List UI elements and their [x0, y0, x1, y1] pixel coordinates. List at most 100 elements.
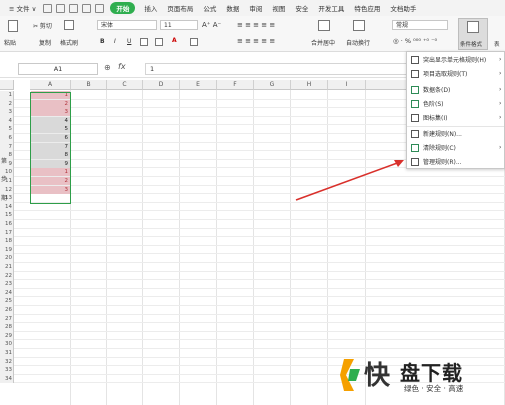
- row-header[interactable]: 30: [0, 340, 14, 349]
- tab-developer[interactable]: 开发工具: [313, 3, 349, 13]
- wrap-text-icon[interactable]: [353, 20, 365, 31]
- row-header[interactable]: 24: [0, 288, 14, 298]
- redo-icon[interactable]: [95, 3, 105, 13]
- tab-review[interactable]: 审阅: [244, 3, 267, 13]
- column-header[interactable]: C: [107, 80, 143, 90]
- logo-slogan: 绿色 · 安全 · 高速: [404, 384, 464, 393]
- row-header[interactable]: 16: [0, 220, 14, 229]
- row-header[interactable]: 6: [0, 134, 14, 143]
- row-header[interactable]: 21: [0, 263, 14, 272]
- row-header[interactable]: 27: [0, 314, 14, 324]
- tab-insert[interactable]: 插入: [139, 3, 162, 13]
- preview-icon[interactable]: [82, 3, 92, 13]
- underline-button[interactable]: U: [127, 38, 131, 45]
- row-header[interactable]: 23: [0, 280, 14, 289]
- row-header[interactable]: 28: [0, 323, 14, 332]
- merge-center-icon[interactable]: [318, 20, 330, 31]
- row-header[interactable]: 31: [0, 349, 14, 358]
- tab-doc-assistant[interactable]: 文档助手: [385, 3, 421, 13]
- format-painter-icon[interactable]: [64, 20, 74, 30]
- row-header[interactable]: 25: [0, 297, 14, 306]
- italic-button[interactable]: I: [114, 38, 116, 45]
- row-header[interactable]: 4: [0, 116, 14, 126]
- row-header[interactable]: 33: [0, 366, 14, 375]
- row-header[interactable]: 20: [0, 254, 14, 263]
- row-header[interactable]: 3: [0, 108, 14, 117]
- row-header[interactable]: 29: [0, 331, 14, 341]
- font-name-select[interactable]: 宋体: [97, 20, 157, 30]
- tab-formulas[interactable]: 公式: [198, 3, 221, 13]
- menu-item-highlight-rules[interactable]: 突出显示单元格规则(H) ›: [411, 54, 501, 65]
- side-label: 期: [1, 195, 8, 202]
- formula-input[interactable]: 1: [145, 63, 415, 75]
- column-header[interactable]: F: [217, 80, 254, 90]
- row-header[interactable]: 5: [0, 125, 14, 134]
- tab-start[interactable]: 开始: [110, 2, 136, 14]
- number-format-select[interactable]: 常规: [392, 20, 448, 30]
- print-icon[interactable]: [69, 3, 79, 13]
- new-rule-icon: [411, 129, 419, 138]
- menu-item-new-rule[interactable]: 新建规则(N)...: [411, 128, 462, 139]
- row-header[interactable]: 34: [0, 374, 14, 384]
- row-header[interactable]: 19: [0, 245, 14, 255]
- conditional-format-icon[interactable]: [467, 21, 479, 33]
- conditional-format-button[interactable]: 条件格式: [460, 40, 482, 48]
- row-header[interactable]: 7: [0, 142, 14, 152]
- menu-item-data-bars[interactable]: 数据条(D) ›: [411, 84, 501, 95]
- tab-view[interactable]: 视图: [267, 3, 290, 13]
- fill-color-icon[interactable]: [155, 38, 163, 46]
- column-header[interactable]: I: [328, 80, 366, 90]
- table-style-button[interactable]: 表: [494, 40, 500, 48]
- select-all-corner[interactable]: [0, 80, 14, 90]
- row-header[interactable]: 18: [0, 237, 14, 246]
- name-box[interactable]: A1: [18, 63, 98, 75]
- font-grow-icon[interactable]: A⁺ A⁻: [202, 21, 221, 29]
- column-header[interactable]: D: [143, 80, 180, 90]
- menu-item-icon-sets[interactable]: 图标集(I) ›: [411, 112, 501, 123]
- tab-data[interactable]: 数据: [221, 3, 244, 13]
- row-header[interactable]: 15: [0, 211, 14, 220]
- column-header[interactable]: G: [254, 80, 291, 90]
- bold-button[interactable]: B: [100, 38, 105, 45]
- tab-special[interactable]: 特色应用: [349, 3, 385, 13]
- undo-icon[interactable]: [56, 3, 66, 13]
- menu-item-color-scales[interactable]: 色阶(S) ›: [411, 98, 501, 109]
- menu-item-manage-rules[interactable]: 管理规则(R)...: [411, 156, 462, 167]
- border-icon[interactable]: [140, 38, 148, 46]
- wrap-text-button[interactable]: 自动换行: [346, 38, 370, 47]
- tab-page-layout[interactable]: 页面布局: [162, 3, 198, 13]
- tab-security[interactable]: 安全: [290, 3, 313, 13]
- save-icon[interactable]: [43, 3, 53, 13]
- merge-center-button[interactable]: 合并居中: [311, 38, 335, 47]
- zoom-icon[interactable]: ⊕: [104, 63, 111, 72]
- row-header[interactable]: 32: [0, 357, 14, 367]
- column-header[interactable]: B: [71, 80, 107, 90]
- highlight-rules-icon: [411, 55, 419, 64]
- file-menu[interactable]: ≡ 文件 ∨: [4, 3, 41, 13]
- percent-icon[interactable]: ◎ · % ⁰⁰⁰ ⁺⁰ ⁻⁰: [393, 37, 437, 45]
- row-header[interactable]: 14: [0, 202, 14, 212]
- menu-item-top-bottom-rules[interactable]: 项目选取规则(T) ›: [411, 68, 501, 79]
- font-size-select[interactable]: 11: [160, 20, 198, 30]
- cut-button[interactable]: ✂ 剪切: [33, 21, 52, 30]
- fx-icon[interactable]: fx: [118, 62, 126, 71]
- format-painter-button[interactable]: 格式刷: [60, 38, 78, 47]
- column-header[interactable]: A: [30, 80, 71, 90]
- menu-item-clear-rules[interactable]: 清除规则(C) ›: [411, 142, 501, 153]
- row-header[interactable]: 22: [0, 271, 14, 281]
- grid-row-line: [14, 219, 505, 220]
- paste-icon[interactable]: [8, 20, 18, 32]
- eraser-icon[interactable]: [190, 38, 198, 46]
- paste-button[interactable]: 粘贴: [4, 38, 16, 47]
- grid-row-line: [14, 253, 505, 255]
- font-color-icon[interactable]: A: [172, 37, 177, 44]
- row-header[interactable]: 17: [0, 228, 14, 238]
- row-header[interactable]: 1: [0, 91, 14, 100]
- align-top-icon[interactable]: ≡ ≡ ≡ ≡ ≡: [237, 21, 275, 29]
- column-header[interactable]: H: [291, 80, 328, 90]
- row-header[interactable]: 2: [0, 99, 14, 109]
- copy-button[interactable]: 复制: [39, 38, 51, 47]
- row-header[interactable]: 26: [0, 306, 14, 315]
- align-left-icon[interactable]: ≡ ≡ ≡ ≡ ≡: [237, 37, 275, 45]
- column-header[interactable]: E: [180, 80, 217, 90]
